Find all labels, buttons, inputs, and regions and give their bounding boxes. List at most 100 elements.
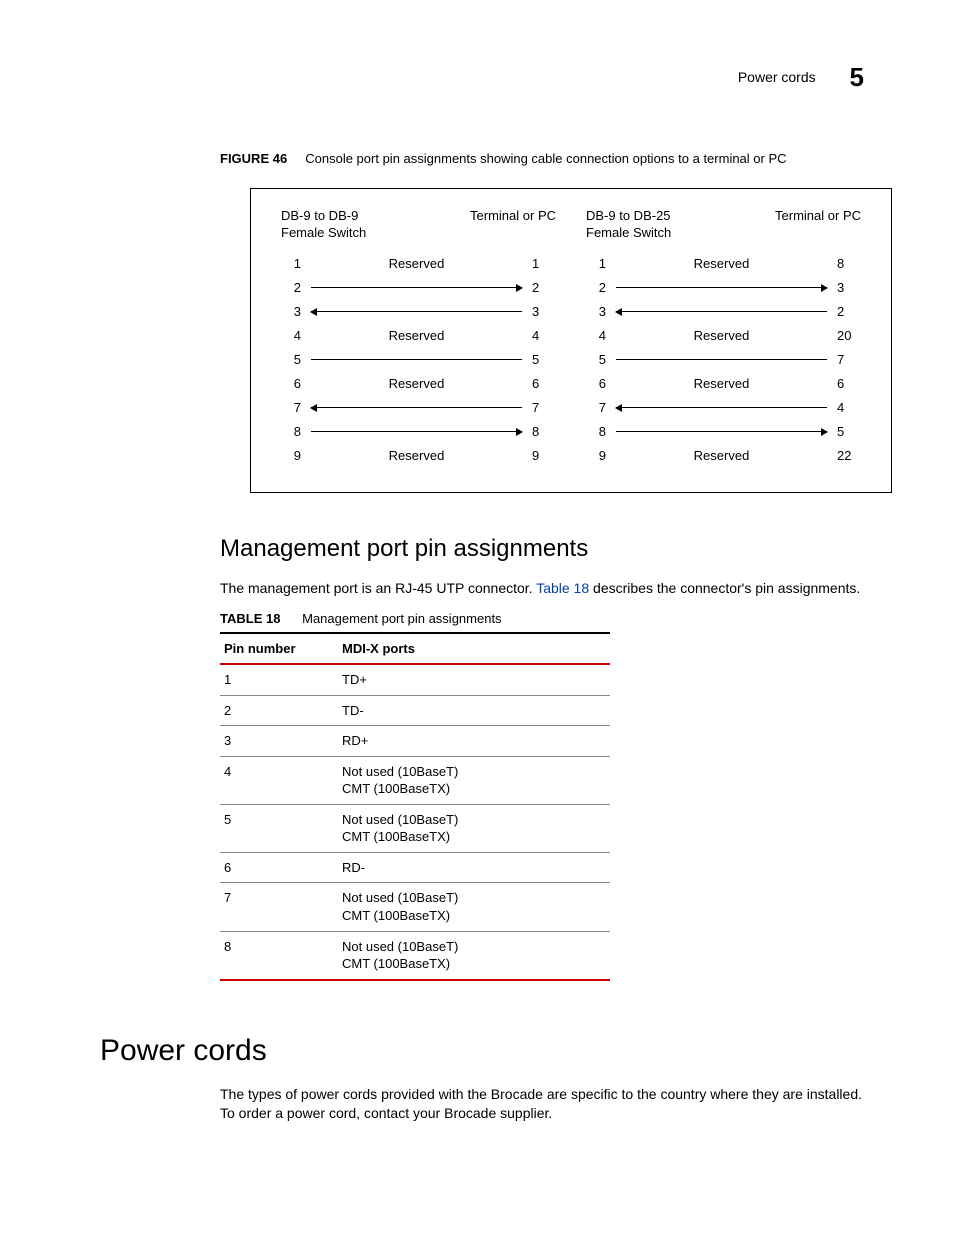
para-text-after: describes the connector's pin assignment…: [589, 580, 860, 596]
cell-pin-number: 5: [220, 804, 338, 852]
diagram-row: 4Reserved4: [281, 324, 556, 348]
paragraph-power-cords: The types of power cords provided with t…: [220, 1085, 864, 1123]
table-row: 1TD+: [220, 664, 610, 695]
para-text-before: The management port is an RJ-45 UTP conn…: [220, 580, 536, 596]
diagram-connector: Reserved: [606, 327, 837, 345]
link-table-18[interactable]: Table 18: [536, 580, 589, 596]
diagram-connector: [606, 407, 837, 408]
page: Power cords 5 FIGURE 46 Console port pin…: [0, 0, 954, 1235]
cell-mdix-ports: Not used (10BaseT) CMT (100BaseTX): [338, 756, 610, 804]
cell-mdix-ports: Not used (10BaseT) CMT (100BaseTX): [338, 883, 610, 931]
diagram-connector: [606, 359, 837, 360]
diagram-connector: Reserved: [301, 375, 532, 393]
diagram-pin-left: 5: [586, 351, 606, 369]
diagram-reserved-label: Reserved: [694, 327, 750, 345]
diagram-reserved-label: Reserved: [389, 447, 445, 465]
diagram-connector: [301, 287, 532, 288]
table-label: TABLE 18: [220, 611, 280, 626]
table-header-pin: Pin number: [220, 633, 338, 665]
diagram-pin-right: 6: [837, 375, 861, 393]
table-caption-text: Management port pin assignments: [302, 611, 501, 626]
cell-mdix-ports: RD+: [338, 726, 610, 757]
diagram-row: 1Reserved8: [586, 252, 861, 276]
diagram-row: 88: [281, 420, 556, 444]
diagram-pin-right: 7: [532, 399, 556, 417]
table-row: 7Not used (10BaseT) CMT (100BaseTX): [220, 883, 610, 931]
figure-caption: FIGURE 46 Console port pin assignments s…: [220, 150, 864, 168]
diagram-pin-right: 2: [837, 303, 861, 321]
diagram-pin-right: 5: [532, 351, 556, 369]
arrow-icon: [616, 431, 827, 432]
diagram-pin-left: 8: [281, 423, 301, 441]
diagram-pin-left: 2: [281, 279, 301, 297]
diagram-row: 32: [586, 300, 861, 324]
diagram-head-left: DB-9 to DB-25 Female Switch: [586, 207, 671, 242]
diagram-connector: [606, 311, 837, 312]
diagram-pin-right: 4: [837, 399, 861, 417]
diagram-row: 57: [586, 348, 861, 372]
running-header-section: Power cords: [738, 69, 816, 85]
diagram-reserved-label: Reserved: [694, 447, 750, 465]
cell-pin-number: 7: [220, 883, 338, 931]
figure-label: FIGURE 46: [220, 151, 287, 166]
cell-mdix-ports: Not used (10BaseT) CMT (100BaseTX): [338, 931, 610, 980]
chapter-number: 5: [850, 62, 864, 92]
diagram-pin-left: 3: [586, 303, 606, 321]
diagram-pin-left: 1: [586, 255, 606, 273]
diagram-pin-right: 1: [532, 255, 556, 273]
table-row: 6RD-: [220, 852, 610, 883]
diagram-connector: [301, 359, 532, 360]
diagram-head-left: DB-9 to DB-9 Female Switch: [281, 207, 366, 242]
table-row: 2TD-: [220, 695, 610, 726]
diagram-pin-right: 4: [532, 327, 556, 345]
figure-caption-text: Console port pin assignments showing cab…: [305, 151, 786, 166]
diagram-row: 33: [281, 300, 556, 324]
diagram-connector: Reserved: [301, 327, 532, 345]
diagram-row: 1 Reserved 1: [281, 252, 556, 276]
cell-pin-number: 6: [220, 852, 338, 883]
paragraph-management-port: The management port is an RJ-45 UTP conn…: [220, 579, 864, 598]
arrow-icon: [311, 287, 522, 288]
cell-mdix-ports: TD-: [338, 695, 610, 726]
diagram-row: 4Reserved20: [586, 324, 861, 348]
arrow-icon: [311, 431, 522, 432]
diagram-connector: Reserved: [606, 375, 837, 393]
table-row: 5Not used (10BaseT) CMT (100BaseTX): [220, 804, 610, 852]
diagram-pin-right: 3: [532, 303, 556, 321]
cell-mdix-ports: Not used (10BaseT) CMT (100BaseTX): [338, 804, 610, 852]
diagram-reserved-label: Reserved: [694, 375, 750, 393]
cell-mdix-ports: TD+: [338, 664, 610, 695]
diagram-connector: Reserved: [606, 255, 837, 273]
cell-pin-number: 8: [220, 931, 338, 980]
diagram-head-right: Terminal or PC: [470, 207, 556, 242]
diagram-pin-right: 9: [532, 447, 556, 465]
diagram-pin-left: 6: [586, 375, 606, 393]
diagram-pin-left: 4: [281, 327, 301, 345]
diagram-connector: Reserved: [301, 255, 532, 273]
diagram-col-db25: DB-9 to DB-25 Female Switch Terminal or …: [586, 207, 861, 468]
cell-pin-number: 1: [220, 664, 338, 695]
diagram-row: 9Reserved22: [586, 444, 861, 468]
arrow-icon: [616, 407, 827, 408]
diagram-pin-right: 2: [532, 279, 556, 297]
diagram-reserved-label: Reserved: [389, 255, 445, 273]
diagram-pin-left: 6: [281, 375, 301, 393]
diagram-row: 6 Reserved 6: [586, 372, 861, 396]
heading-management-port: Management port pin assignments: [220, 533, 864, 565]
cell-pin-number: 3: [220, 726, 338, 757]
diagram-pin-left: 4: [586, 327, 606, 345]
line-icon: [311, 359, 522, 360]
diagram-pin-left: 5: [281, 351, 301, 369]
diagram-row: 6 Reserved 6: [281, 372, 556, 396]
table-header-mdix: MDI-X ports: [338, 633, 610, 665]
diagram-pin-left: 1: [281, 255, 301, 273]
diagram-connector: Reserved: [301, 447, 532, 465]
diagram-pin-right: 3: [837, 279, 861, 297]
diagram-pin-left: 9: [586, 447, 606, 465]
diagram-connector: [301, 431, 532, 432]
diagram-pin-right: 6: [532, 375, 556, 393]
diagram-reserved-label: Reserved: [389, 375, 445, 393]
diagram-row: 23: [586, 276, 861, 300]
arrow-icon: [311, 407, 522, 408]
diagram-pin-left: 8: [586, 423, 606, 441]
